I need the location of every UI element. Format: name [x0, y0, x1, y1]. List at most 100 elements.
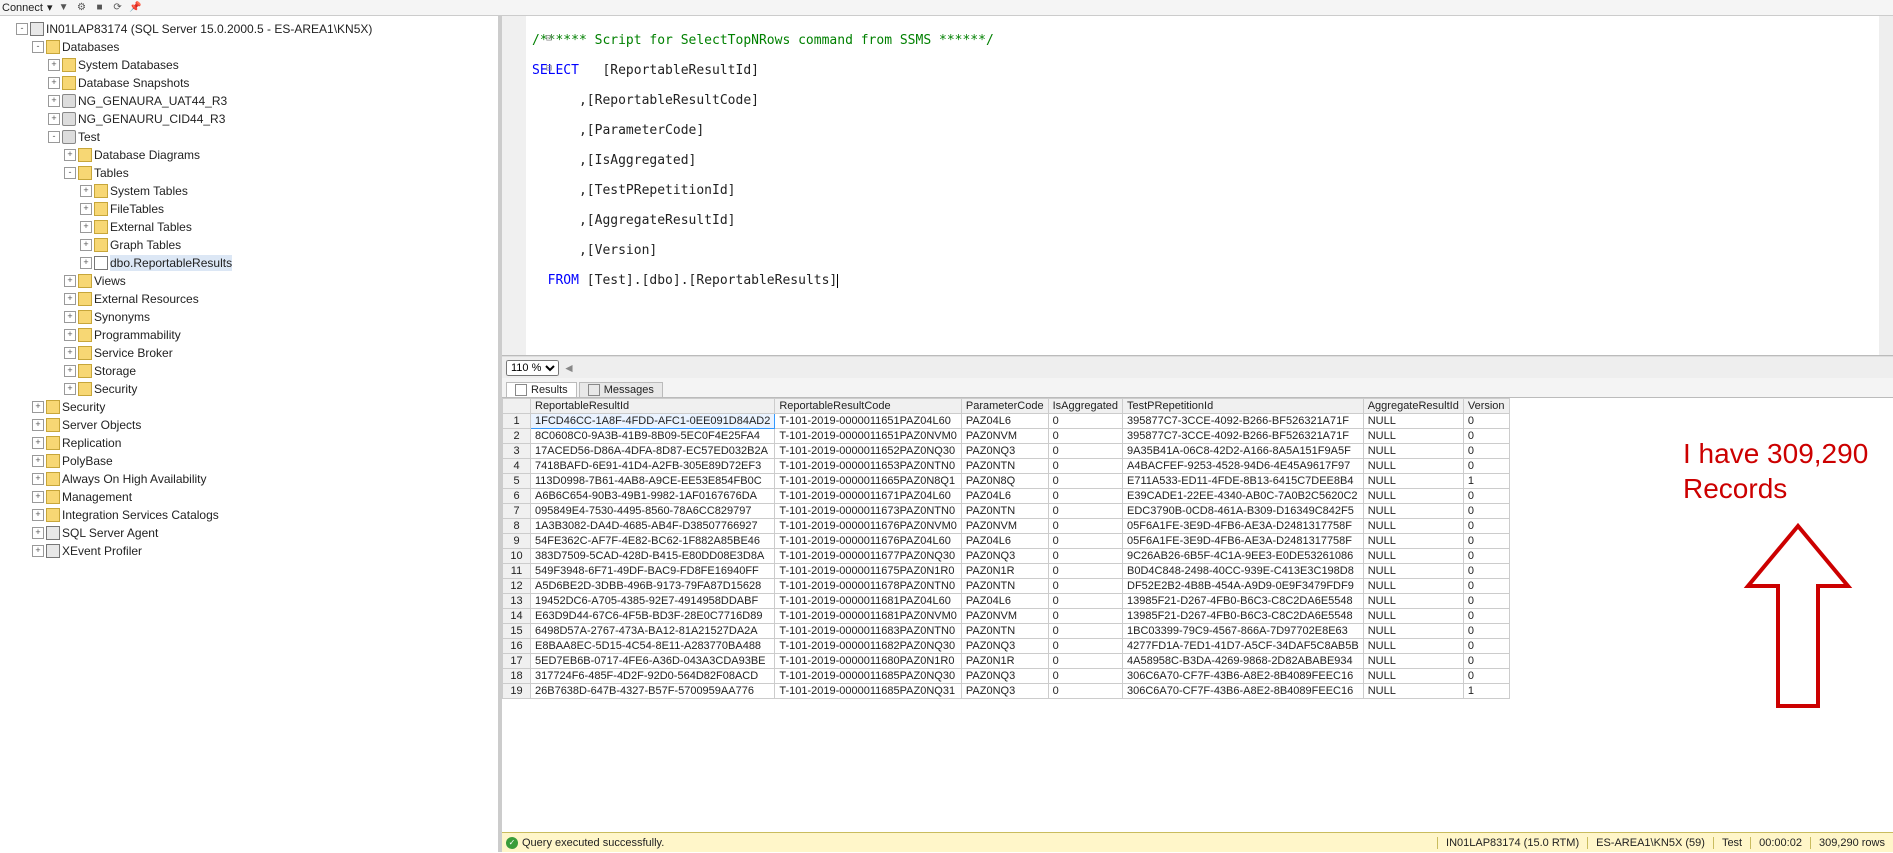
connect-label[interactable]: Connect — [2, 2, 43, 14]
grid-cell[interactable]: 0 — [1048, 549, 1122, 564]
grid-cell[interactable]: 549F3948-6F71-49DF-BAC9-FD8FE16940FF — [531, 564, 775, 579]
grid-cell[interactable]: NULL — [1363, 444, 1463, 459]
expand-icon[interactable]: + — [64, 365, 76, 377]
grid-header[interactable]: TestPRepetitionId — [1123, 399, 1364, 414]
row-number[interactable]: 14 — [503, 609, 531, 624]
grid-cell[interactable]: PAZ0NQ3 — [961, 639, 1048, 654]
grid-cell[interactable]: 0 — [1463, 519, 1509, 534]
grid-cell[interactable]: 383D7509-5CAD-428D-B415-E80DD08E3D8A — [531, 549, 775, 564]
grid-cell[interactable]: NULL — [1363, 519, 1463, 534]
grid-cell[interactable]: NULL — [1363, 609, 1463, 624]
grid-cell[interactable]: PAZ04L6 — [961, 594, 1048, 609]
grid-cell[interactable]: E8BAA8EC-5D15-4C54-8E11-A283770BA488 — [531, 639, 775, 654]
security-node[interactable]: +Security — [32, 398, 498, 416]
grid-cell[interactable]: 0 — [1463, 444, 1509, 459]
expand-icon[interactable]: + — [32, 419, 44, 431]
grid-cell[interactable]: T-101-2019-0000011671PAZ04L60 — [775, 489, 962, 504]
grid-cell[interactable]: 0 — [1048, 534, 1122, 549]
management-node[interactable]: +Management — [32, 488, 498, 506]
grid-cell[interactable]: T-101-2019-0000011652PAZ0NQ30 — [775, 444, 962, 459]
grid-cell[interactable]: 0 — [1463, 504, 1509, 519]
grid-cell[interactable]: PAZ0N1R — [961, 564, 1048, 579]
grid-cell[interactable]: 05F6A1FE-3E9D-4FB6-AE3A-D2481317758F — [1123, 534, 1364, 549]
grid-cell[interactable]: 19452DC6-A705-4385-92E7-4914958DDABF — [531, 594, 775, 609]
table-row[interactable]: 11FCD46CC-1A8F-4FDD-AFC1-0EE091D84AD2T-1… — [503, 414, 1510, 429]
grid-cell[interactable]: E39CADE1-22EE-4340-AB0C-7A0B2C5620C2 — [1123, 489, 1364, 504]
tab-messages[interactable]: Messages — [579, 382, 663, 397]
security-db-node[interactable]: +Security — [64, 380, 498, 398]
ext-resources-node[interactable]: +External Resources — [64, 290, 498, 308]
expand-icon[interactable]: + — [80, 203, 92, 215]
grid-cell[interactable]: NULL — [1363, 504, 1463, 519]
service-broker-node[interactable]: +Service Broker — [64, 344, 498, 362]
table-row[interactable]: 47418BAFD-6E91-41D4-A2FB-305E89D72EF3T-1… — [503, 459, 1510, 474]
grid-cell[interactable]: 9A35B41A-06C8-42D2-A166-8A5A151F9A5F — [1123, 444, 1364, 459]
grid-cell[interactable]: PAZ0NQ3 — [961, 669, 1048, 684]
grid-cell[interactable]: 095849E4-7530-4495-8560-78A6CC829797 — [531, 504, 775, 519]
grid-cell[interactable]: T-101-2019-0000011676PAZ04L60 — [775, 534, 962, 549]
expand-icon[interactable]: + — [64, 293, 76, 305]
grid-cell[interactable]: A5D6BE2D-3DBB-496B-9173-79FA87D15628 — [531, 579, 775, 594]
grid-cell[interactable]: 6498D57A-2767-473A-BA12-81A21527DA2A — [531, 624, 775, 639]
table-row[interactable]: 14E63D9D44-67C6-4F5B-BD3F-28E0C7716D89T-… — [503, 609, 1510, 624]
grid-cell[interactable]: 0 — [1463, 564, 1509, 579]
grid-cell[interactable]: B0D4C848-2498-40CC-939E-C413E3C198D8 — [1123, 564, 1364, 579]
row-number[interactable]: 11 — [503, 564, 531, 579]
storage-node[interactable]: +Storage — [64, 362, 498, 380]
grid-cell[interactable]: 306C6A70-CF7F-43B6-A8E2-8B4089FEEC16 — [1123, 669, 1364, 684]
grid-cell[interactable]: T-101-2019-0000011677PAZ0NQ30 — [775, 549, 962, 564]
connect-dropdown-icon[interactable]: ▾ — [47, 1, 53, 14]
expand-icon[interactable]: + — [32, 527, 44, 539]
replication-node[interactable]: +Replication — [32, 434, 498, 452]
expand-icon[interactable]: + — [48, 113, 60, 125]
grid-cell[interactable]: T-101-2019-0000011675PAZ0N1R0 — [775, 564, 962, 579]
table-row[interactable]: 1319452DC6-A705-4385-92E7-4914958DDABFT-… — [503, 594, 1510, 609]
grid-header[interactable]: AggregateResultId — [1363, 399, 1463, 414]
grid-cell[interactable]: PAZ04L6 — [961, 414, 1048, 429]
grid-cell[interactable]: 113D0998-7B61-4AB8-A9CE-EE53E854FB0C — [531, 474, 775, 489]
grid-cell[interactable]: 0 — [1048, 624, 1122, 639]
expand-icon[interactable]: - — [32, 41, 44, 53]
grid-cell[interactable]: 0 — [1048, 594, 1122, 609]
grid-cell[interactable]: NULL — [1363, 624, 1463, 639]
grid-cell[interactable]: 0 — [1463, 594, 1509, 609]
grid-cell[interactable]: PAZ0NTN — [961, 579, 1048, 594]
grid-header[interactable]: ReportableResultCode — [775, 399, 962, 414]
row-number[interactable]: 16 — [503, 639, 531, 654]
grid-cell[interactable]: NULL — [1363, 684, 1463, 699]
grid-cell[interactable]: A6B6C654-90B3-49B1-9982-1AF0167676DA — [531, 489, 775, 504]
expand-icon[interactable]: + — [64, 383, 76, 395]
grid-cell[interactable]: T-101-2019-0000011680PAZ0N1R0 — [775, 654, 962, 669]
expand-icon[interactable]: - — [48, 131, 60, 143]
grid-cell[interactable]: A4BACFEF-9253-4528-94D6-4E45A9617F97 — [1123, 459, 1364, 474]
code-fold-icon[interactable]: ⊟ — [546, 33, 552, 44]
grid-cell[interactable]: PAZ0NQ3 — [961, 549, 1048, 564]
table-row[interactable]: 317ACED56-D86A-4DFA-8D87-EC57ED032B2AT-1… — [503, 444, 1510, 459]
grid-cell[interactable]: PAZ0NTN — [961, 624, 1048, 639]
table-row[interactable]: 81A3B3082-DA4D-4685-AB4F-D38507766927T-1… — [503, 519, 1510, 534]
grid-cell[interactable]: NULL — [1363, 594, 1463, 609]
grid-header[interactable]: IsAggregated — [1048, 399, 1122, 414]
grid-cell[interactable]: NULL — [1363, 474, 1463, 489]
grid-cell[interactable]: 0 — [1463, 669, 1509, 684]
grid-cell[interactable]: 4277FD1A-7ED1-41D7-A5CF-34DAF5C8AB5B — [1123, 639, 1364, 654]
db-diagrams-node[interactable]: +Database Diagrams — [64, 146, 498, 164]
tables-node[interactable]: -Tables — [64, 164, 498, 182]
grid-cell[interactable]: NULL — [1363, 654, 1463, 669]
row-number[interactable]: 12 — [503, 579, 531, 594]
expand-icon[interactable]: + — [48, 95, 60, 107]
grid-cell[interactable]: 0 — [1463, 459, 1509, 474]
grid-cell[interactable]: PAZ04L6 — [961, 534, 1048, 549]
grid-cell[interactable]: 317724F6-485F-4D2F-92D0-564D82F08ACD — [531, 669, 775, 684]
grid-cell[interactable]: DF52E2B2-4B8B-454A-A9D9-0E9F3479FDF9 — [1123, 579, 1364, 594]
code-fold-icon[interactable]: ⊟ — [546, 63, 552, 74]
stop-icon[interactable]: ■ — [93, 1, 107, 15]
grid-cell[interactable]: PAZ04L6 — [961, 489, 1048, 504]
db-node[interactable]: +NG_GENAURA_UAT44_R3 — [48, 92, 498, 110]
grid-cell[interactable]: 0 — [1048, 489, 1122, 504]
grid-cell[interactable]: T-101-2019-0000011681PAZ04L60 — [775, 594, 962, 609]
grid-cell[interactable]: 0 — [1048, 429, 1122, 444]
table-row[interactable]: 28C0608C0-9A3B-41B9-8B09-5EC0F4E25FA4T-1… — [503, 429, 1510, 444]
expand-icon[interactable]: + — [64, 311, 76, 323]
grid-cell[interactable]: E63D9D44-67C6-4F5B-BD3F-28E0C7716D89 — [531, 609, 775, 624]
